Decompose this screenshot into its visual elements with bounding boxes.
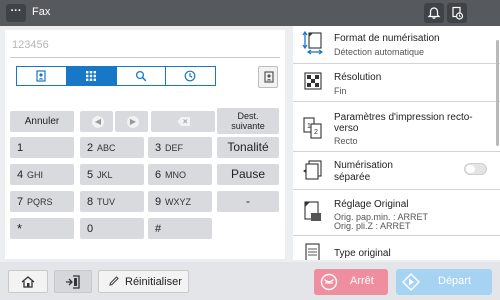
stop-button[interactable]: Arrêt [314, 269, 388, 295]
page-title: Fax [32, 6, 51, 18]
original-setting[interactable]: Réglage Original Orig. pap.min. : ARRET … [293, 190, 500, 236]
resolution-setting[interactable]: Résolution Fin [293, 64, 500, 102]
address-book-register-button[interactable] [258, 66, 278, 88]
duplex-setting[interactable]: 12 Paramètres d'impression recto- verso … [293, 102, 500, 152]
address-book-icon [264, 71, 274, 83]
stop-label: Arrêt [350, 275, 374, 287]
resolution-icon [304, 72, 322, 90]
arrow-right-icon: ▶ [127, 116, 139, 128]
tab-address-book[interactable] [17, 67, 67, 85]
key-5[interactable]: 5 JKL [80, 164, 144, 185]
original-type-label: Type original [334, 248, 391, 259]
scan-size-setting[interactable]: Format de numérisation Détection automat… [293, 26, 500, 64]
arrow-left-icon: ◀ [92, 116, 104, 128]
scan-size-label: Format de numérisation [334, 33, 440, 44]
menu-button[interactable]: ··· [6, 4, 26, 22]
svg-text:2: 2 [314, 129, 318, 136]
cursor-right-button[interactable]: ▶ [115, 111, 148, 132]
key-6[interactable]: 6 MNO [148, 164, 212, 185]
cancel-button[interactable]: Annuler [10, 111, 74, 132]
keypad-icon [85, 71, 96, 81]
logout-icon [66, 275, 80, 289]
access-button[interactable] [54, 270, 92, 293]
next-destination-line2: suivante [231, 121, 265, 131]
next-destination-line1: Dest. [237, 111, 259, 121]
tone-button[interactable]: Tonalité [217, 137, 279, 158]
backspace-icon [177, 117, 190, 126]
separate-scan-label-line1: Numérisation [334, 160, 393, 171]
title-bar: ··· Fax [0, 0, 500, 26]
key-4[interactable]: 4 GHI [10, 164, 74, 185]
next-destination-button[interactable]: Dest. suivante [217, 108, 279, 134]
key-star[interactable]: * [10, 218, 74, 239]
home-icon [21, 276, 35, 288]
key-9[interactable]: 9 WXYZ [148, 191, 212, 212]
pencil-icon [109, 276, 119, 286]
settings-scrollbar[interactable] [496, 40, 499, 146]
tab-keypad[interactable] [66, 67, 117, 85]
original-settings-icon [304, 201, 321, 221]
scan-size-value: Détection automatique [334, 47, 425, 57]
duplex-label-line2: verso [334, 123, 359, 134]
stop-icon [320, 273, 338, 291]
job-status-icon[interactable] [447, 3, 467, 23]
home-button[interactable] [8, 270, 48, 293]
reset-button[interactable]: Réinitialiser [98, 270, 189, 293]
key-hash[interactable]: # [148, 218, 212, 239]
key-8[interactable]: 8 TUV [80, 191, 144, 212]
settings-panel: Format de numérisation Détection automat… [293, 26, 500, 260]
separate-scan-label-line2: séparée [334, 172, 371, 183]
destination-panel: 123456 Annuler ◀ ▶ Dest. suivante 1 2 ABC… [5, 30, 285, 259]
key-0[interactable]: 0 [80, 218, 144, 239]
key-3[interactable]: 3 DEF [148, 137, 212, 158]
key-2[interactable]: 2 ABC [80, 137, 144, 158]
original-type-icon [305, 243, 320, 260]
separate-scan-icon [303, 160, 322, 180]
separate-scan-toggle[interactable] [464, 163, 487, 175]
dash-button[interactable]: - [217, 191, 279, 212]
history-icon [184, 70, 196, 82]
svg-text:1: 1 [307, 123, 311, 130]
input-mode-tabs [16, 66, 216, 86]
resolution-label: Résolution [334, 72, 382, 83]
search-icon [135, 70, 146, 82]
duplex-label-line1: Paramètres d'impression recto- [334, 112, 473, 123]
reset-label: Réinitialiser [125, 276, 182, 288]
start-label: Départ [438, 275, 472, 287]
original-setting-label: Réglage Original [334, 199, 409, 210]
bottom-bar: Réinitialiser Arrêt Départ [0, 262, 500, 300]
tab-search[interactable] [116, 67, 167, 85]
start-button[interactable]: Départ [396, 269, 492, 295]
separate-scan-setting[interactable]: Numérisation séparée [293, 152, 500, 190]
original-type-setting[interactable]: Type original [293, 236, 500, 260]
bell-icon[interactable] [424, 3, 444, 23]
address-book-icon [36, 70, 46, 82]
duplex-value: Recto [334, 136, 358, 146]
tab-history[interactable] [166, 67, 215, 85]
duplex-icon: 12 [303, 117, 322, 139]
pause-button[interactable]: Pause [217, 164, 279, 185]
destination-input[interactable]: 123456 [10, 34, 280, 58]
resolution-value: Fin [334, 86, 347, 96]
key-7[interactable]: 7 PQRS [10, 191, 74, 212]
start-icon [402, 273, 420, 291]
backspace-button[interactable] [151, 111, 215, 132]
scan-size-icon [302, 30, 324, 55]
original-setting-value-line2: Orig. pli.Z : ARRET [334, 221, 411, 231]
key-1[interactable]: 1 [10, 137, 74, 158]
cursor-left-button[interactable]: ◀ [80, 111, 113, 132]
